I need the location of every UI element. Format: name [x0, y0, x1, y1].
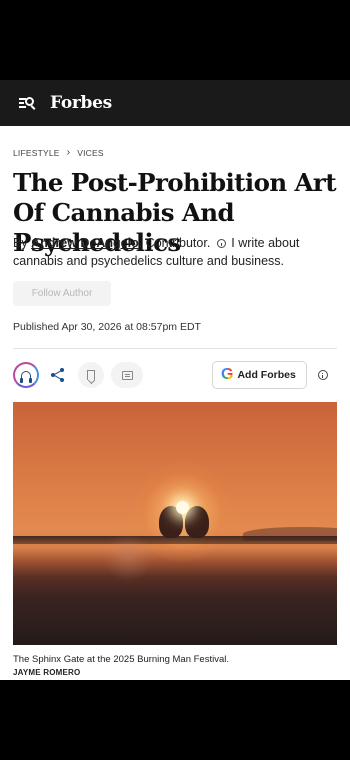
- bookmark-button[interactable]: [78, 362, 104, 388]
- byline-prefix: By: [13, 236, 28, 250]
- forbes-logo[interactable]: Forbes: [50, 93, 112, 113]
- google-logo-icon: G: [221, 366, 234, 383]
- follow-author-button[interactable]: Follow Author: [13, 281, 111, 306]
- author-link[interactable]: Andrew DeAngelo: [31, 236, 139, 250]
- article-actions: G Add Forbes: [13, 361, 337, 389]
- comments-button[interactable]: [111, 362, 143, 388]
- listen-button[interactable]: [13, 362, 39, 388]
- share-icon[interactable]: [51, 368, 65, 382]
- breadcrumb: LIFESTYLE › VICES: [13, 147, 104, 158]
- top-navigation-bar: Forbes: [0, 80, 350, 126]
- author-role: , Contributor.: [138, 236, 211, 250]
- add-forbes-google-button[interactable]: G Add Forbes: [212, 361, 307, 389]
- image-caption: The Sphinx Gate at the 2025 Burning Man …: [13, 654, 229, 665]
- byline: By Andrew DeAngelo, Contributor. I write…: [13, 234, 335, 270]
- info-icon[interactable]: [318, 370, 328, 380]
- breadcrumb-section[interactable]: LIFESTYLE: [13, 148, 60, 158]
- menu-search-icon[interactable]: [19, 95, 36, 111]
- bookmark-icon: [87, 370, 95, 380]
- article-page: LIFESTYLE › VICES The Post-Prohibition A…: [0, 126, 350, 680]
- add-forbes-label: Add Forbes: [237, 369, 296, 381]
- published-date: Published Apr 30, 2026 at 08:57pm EDT: [13, 321, 201, 333]
- breadcrumb-subsection[interactable]: VICES: [77, 148, 104, 158]
- info-icon[interactable]: [216, 239, 226, 248]
- divider: [13, 348, 337, 349]
- article-hero-image[interactable]: [13, 402, 337, 645]
- headphones-icon: [20, 370, 32, 383]
- chevron-right-icon: ›: [66, 147, 71, 158]
- image-credit: JAYME ROMERO: [13, 668, 81, 677]
- comment-icon: [121, 370, 133, 380]
